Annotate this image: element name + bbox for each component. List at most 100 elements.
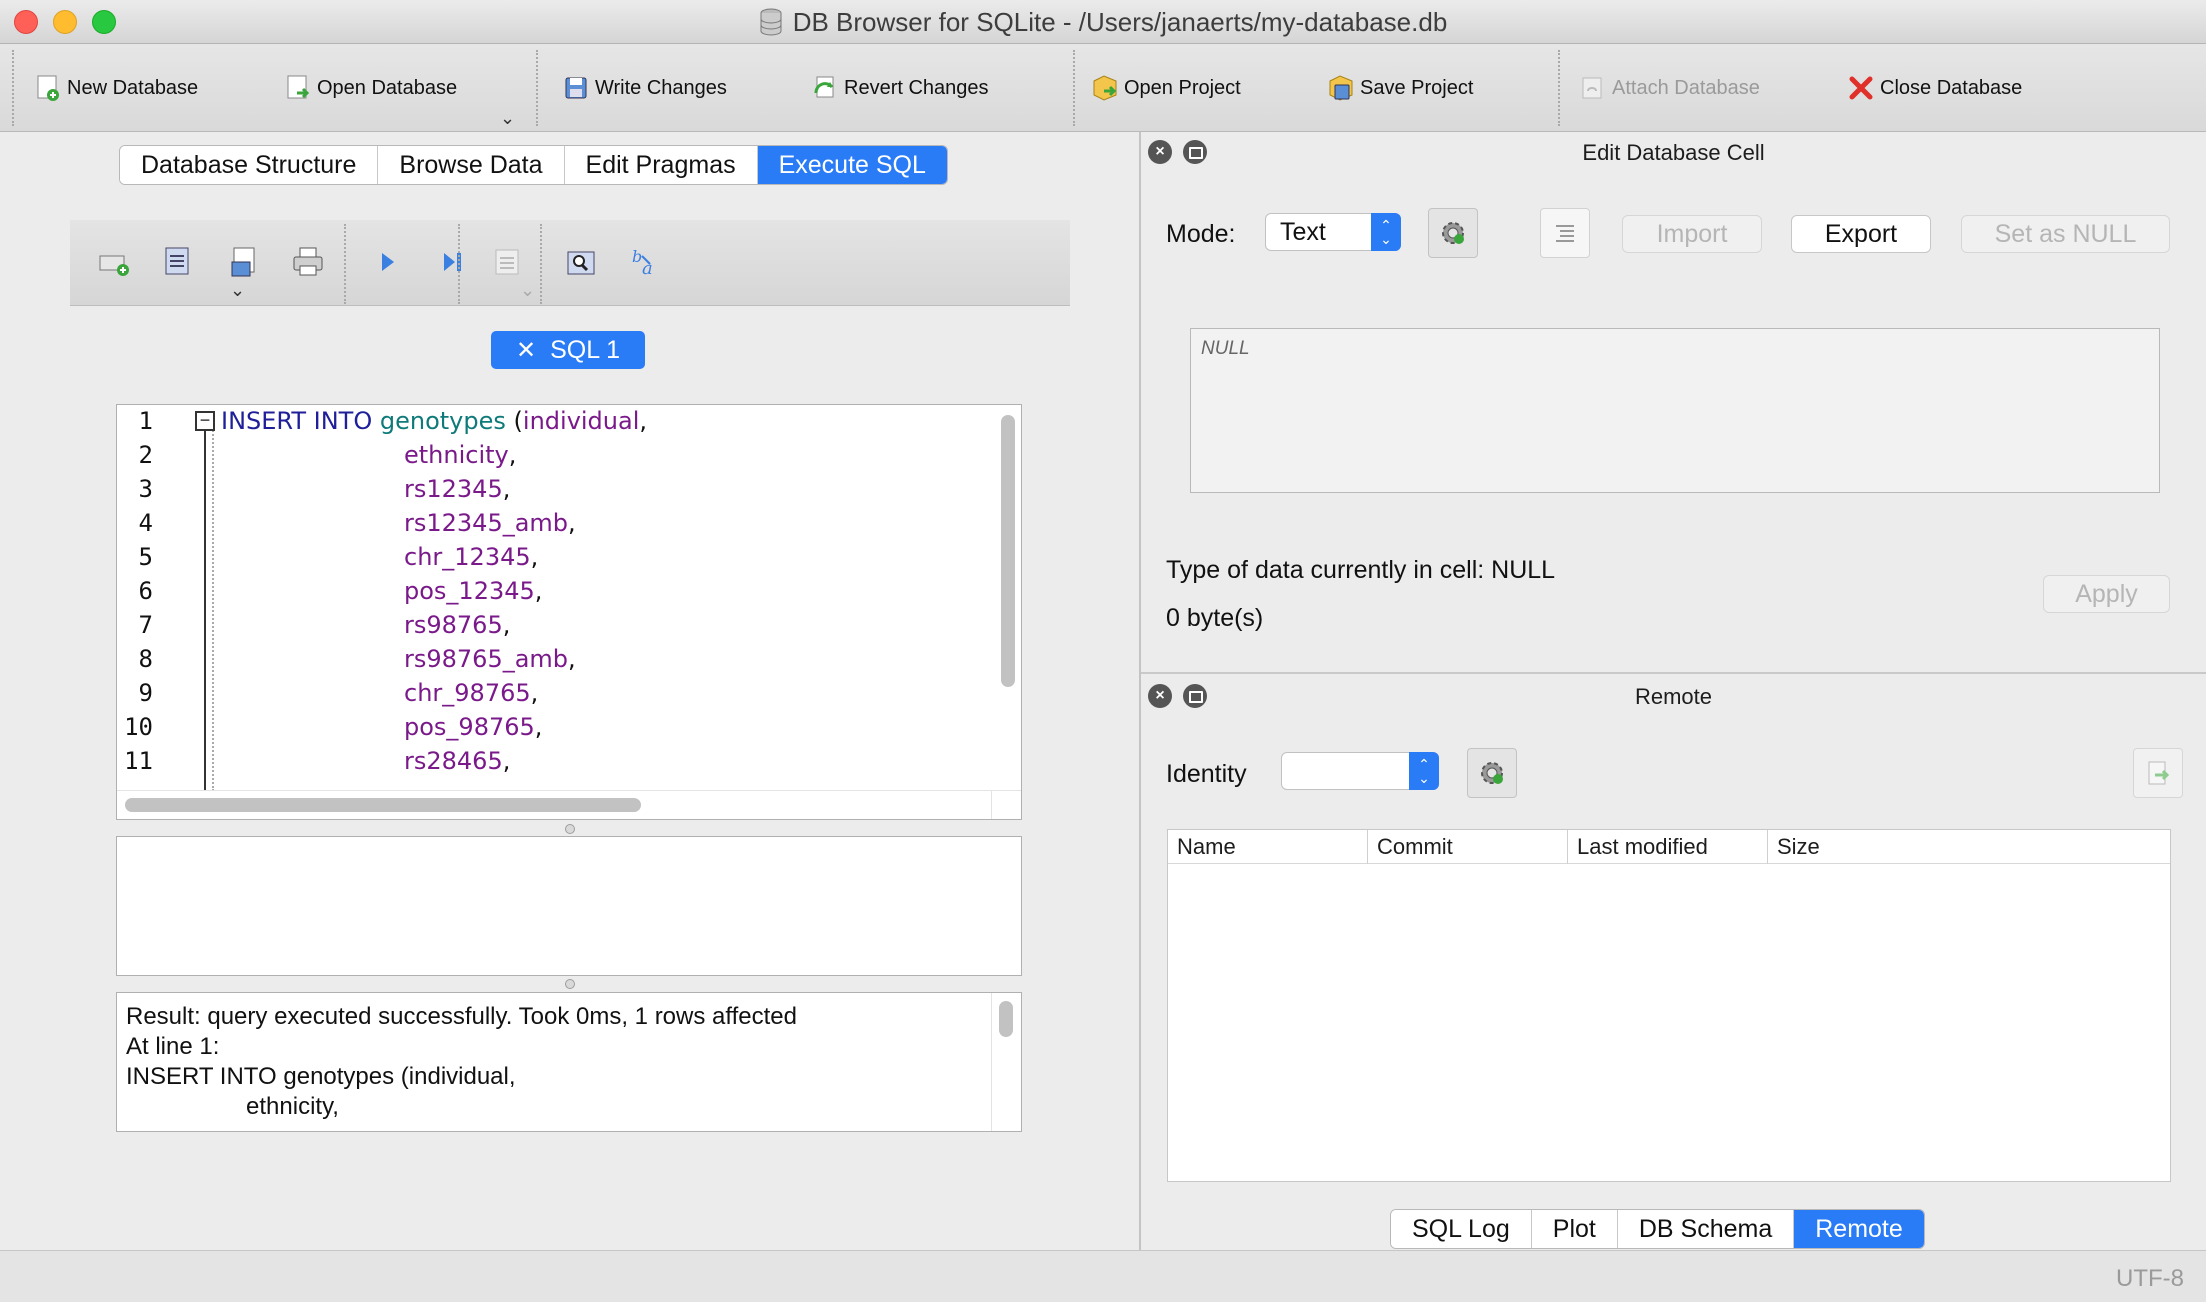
remote-dock-header: Remote	[1141, 678, 2206, 716]
revert-changes-button[interactable]: Revert Changes	[810, 68, 989, 108]
line-number: 7	[138, 611, 153, 639]
print-icon[interactable]	[290, 244, 326, 280]
word-wrap-button[interactable]	[1540, 208, 1590, 258]
code-line: chr_98765,	[404, 679, 539, 707]
remote-table-header: Name Commit Last modified Size	[1168, 830, 2170, 864]
tab-database-structure[interactable]: Database Structure	[120, 146, 379, 184]
line-number: 3	[138, 475, 153, 503]
column-header-name[interactable]: Name	[1168, 830, 1368, 864]
import-button[interactable]: Import	[1622, 215, 1762, 253]
gear-icon	[1481, 762, 1503, 784]
toolbar-separator	[536, 50, 538, 126]
results-message-splitter[interactable]	[565, 979, 575, 989]
mode-select[interactable]: Text ⌃ ⌄	[1265, 213, 1401, 251]
new-database-icon	[37, 75, 59, 101]
code-line: pos_12345,	[404, 577, 543, 605]
push-database-icon	[2148, 761, 2170, 785]
fold-line	[204, 431, 206, 791]
cell-value-editor[interactable]: NULL	[1190, 328, 2160, 493]
dock-close-icon[interactable]: ×	[1148, 684, 1172, 708]
sql-tab-label: SQL 1	[550, 335, 621, 364]
set-as-null-button[interactable]: Set as NULL	[1961, 215, 2170, 253]
sql-editor-tab[interactable]: ✕ SQL 1	[491, 331, 645, 369]
sql-editor[interactable]: 1 2 3 4 5 6 7 8 9 10 11 − INSERT INTO ge…	[116, 404, 1022, 820]
close-database-icon	[1849, 76, 1873, 100]
export-results-icon[interactable]	[490, 244, 526, 280]
toolbar-separator	[1073, 50, 1075, 126]
results-table[interactable]	[116, 836, 1022, 976]
close-database-button[interactable]: Close Database	[1846, 68, 2022, 108]
edit-cell-dock-header: Edit Database Cell	[1141, 134, 2206, 172]
open-project-icon	[1093, 75, 1117, 101]
find-replace-icon[interactable]: b a	[628, 244, 664, 280]
code-line: pos_98765,	[404, 713, 543, 741]
identity-label: Identity	[1166, 760, 1247, 788]
save-sql-file-icon[interactable]	[226, 244, 262, 280]
code-line: ethnicity,	[404, 441, 517, 469]
export-dropdown-icon[interactable]: ⌄	[520, 280, 535, 301]
main-tab-bar: Database Structure Browse Data Edit Prag…	[119, 145, 948, 185]
fold-collapse-icon[interactable]: −	[195, 411, 215, 431]
tab-db-schema[interactable]: DB Schema	[1617, 1210, 1795, 1248]
message-line: ethnicity,	[126, 1093, 339, 1120]
open-sql-file-icon[interactable]	[160, 244, 196, 280]
write-changes-icon	[565, 77, 587, 99]
editor-vertical-scrollbar[interactable]	[1001, 415, 1015, 687]
tab-remote[interactable]: Remote	[1794, 1210, 1924, 1248]
tab-sql-log[interactable]: SQL Log	[1391, 1210, 1532, 1248]
column-header-size[interactable]: Size	[1768, 830, 2170, 864]
line-number: 6	[138, 577, 153, 605]
execute-current-line-icon[interactable]	[434, 244, 470, 280]
tab-edit-pragmas[interactable]: Edit Pragmas	[564, 146, 758, 184]
dock-float-icon[interactable]	[1183, 140, 1207, 164]
remote-database-table[interactable]: Name Commit Last modified Size	[1167, 829, 2171, 1182]
edit-cell-dock-title: Edit Database Cell	[1582, 140, 1765, 165]
column-header-commit[interactable]: Commit	[1368, 830, 1568, 864]
write-changes-button[interactable]: Write Changes	[561, 68, 727, 108]
message-vertical-scrollbar[interactable]	[999, 1001, 1013, 1037]
editor-results-splitter[interactable]	[565, 824, 575, 834]
tab-browse-data[interactable]: Browse Data	[378, 146, 565, 184]
export-button[interactable]: Export	[1791, 215, 1931, 253]
open-database-button[interactable]: Open Database	[283, 68, 457, 108]
line-number-gutter: 1 2 3 4 5 6 7 8 9 10 11	[117, 405, 187, 777]
code-line: rs12345_amb,	[404, 509, 576, 537]
identity-settings-button[interactable]	[1467, 748, 1517, 798]
sql-toolbar-separator	[540, 224, 542, 304]
dock-splitter[interactable]	[1141, 672, 2206, 674]
message-scroll-divider	[991, 993, 992, 1131]
find-icon[interactable]	[564, 244, 600, 280]
new-database-button[interactable]: New Database	[33, 68, 198, 108]
apply-button[interactable]: Apply	[2043, 575, 2170, 613]
dock-float-icon[interactable]	[1183, 684, 1207, 708]
sql-toolbar-separator	[344, 224, 346, 304]
tab-plot[interactable]: Plot	[1531, 1210, 1618, 1248]
revert-changes-icon	[814, 76, 834, 98]
attach-database-button[interactable]: Attach Database	[1578, 68, 1760, 108]
auto-format-button[interactable]	[1428, 208, 1478, 258]
cell-size-info: 0 byte(s)	[1166, 604, 1264, 632]
editor-horizontal-scrollbar[interactable]	[125, 798, 641, 812]
save-project-button[interactable]: Save Project	[1326, 68, 1473, 108]
execute-all-icon[interactable]	[370, 244, 406, 280]
sql-toolbar: ⌄ ⌄ b a	[70, 220, 1070, 306]
open-project-button[interactable]: Open Project	[1090, 68, 1241, 108]
open-tab-icon[interactable]	[96, 244, 132, 280]
execution-message-pane[interactable]: Result: query executed successfully. Too…	[116, 992, 1022, 1132]
column-header-last-modified[interactable]: Last modified	[1568, 830, 1768, 864]
remote-dock-title: Remote	[1634, 684, 1713, 709]
editor-scroll-corner	[991, 791, 992, 819]
message-line: INSERT INTO genotypes (individual,	[126, 1063, 516, 1090]
line-number: 8	[138, 645, 153, 673]
identity-select[interactable]: ⌃ ⌄	[1281, 752, 1439, 790]
code-line: chr_12345,	[404, 543, 539, 571]
push-database-button[interactable]	[2133, 748, 2183, 798]
close-tab-icon[interactable]: ✕	[516, 336, 536, 365]
toolbar-separator	[12, 50, 14, 126]
dock-close-icon[interactable]: ×	[1148, 140, 1172, 164]
open-database-dropdown-icon[interactable]: ⌄	[500, 108, 515, 129]
save-sql-dropdown-icon[interactable]: ⌄	[230, 280, 245, 301]
tab-execute-sql[interactable]: Execute SQL	[757, 146, 947, 184]
code-line: INSERT INTO genotypes (individual,	[221, 407, 648, 435]
gear-icon	[1442, 222, 1464, 244]
